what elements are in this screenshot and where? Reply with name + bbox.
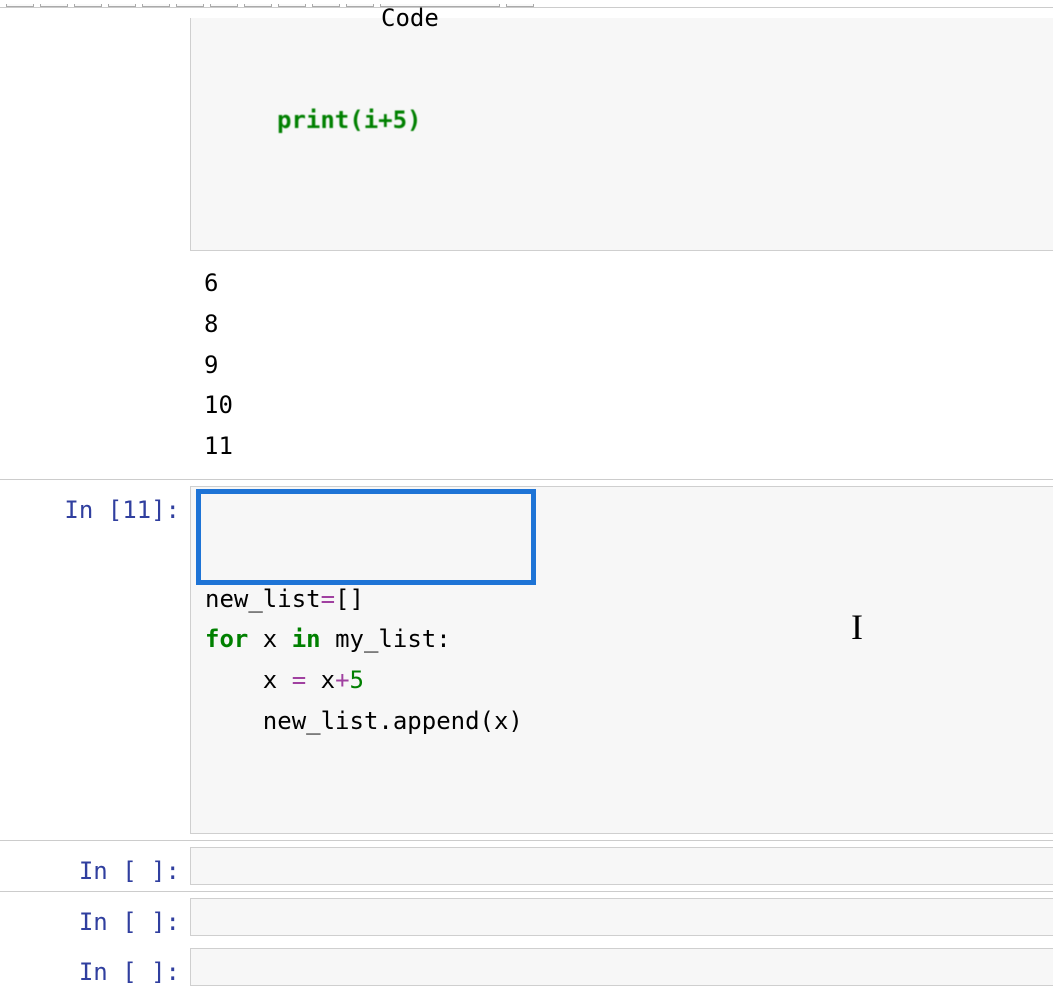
code-token: = xyxy=(292,666,306,694)
code-token: 5 xyxy=(350,666,364,694)
code-cell[interactable]: In [ ]: xyxy=(0,841,1053,891)
toolbar-button[interactable] xyxy=(346,4,374,7)
code-token: for xyxy=(205,625,248,653)
code-cell-fragment[interactable]: print(i+5) xyxy=(190,18,1053,251)
toolbar-button[interactable] xyxy=(108,4,136,7)
code-editor[interactable]: new_list=[] for x in my_list: x = x+5 ne… xyxy=(190,486,1053,834)
toolbar-button[interactable] xyxy=(176,4,204,7)
toolbar: Code xyxy=(0,0,1053,8)
toolbar-button[interactable] xyxy=(74,4,102,7)
code-editor[interactable] xyxy=(190,898,1053,936)
code-token: new_list xyxy=(205,585,321,613)
code-cell[interactable]: In [11]: new_list=[] for x in my_list: x… xyxy=(0,479,1053,840)
input-prompt: In [ ]: xyxy=(0,948,190,986)
output-prompt xyxy=(0,257,190,267)
code-token: x xyxy=(306,666,335,694)
toolbar-button[interactable] xyxy=(244,4,272,7)
code-cell[interactable]: In [ ]: xyxy=(0,892,1053,942)
toolbar-button[interactable] xyxy=(142,4,170,7)
code-token: in xyxy=(292,625,321,653)
code-token: my_list: xyxy=(321,625,451,653)
notebook-container: print(i+5) 6 8 9 10 11 In [11]: new_list… xyxy=(0,8,1053,992)
code-token: + xyxy=(335,666,349,694)
input-prompt: In [ ]: xyxy=(0,847,190,885)
code-token: x xyxy=(248,625,291,653)
selection-highlight xyxy=(196,489,536,585)
output-cell: 6 8 9 10 11 xyxy=(0,251,1053,479)
toolbar-button[interactable] xyxy=(6,4,34,7)
code-token: x xyxy=(205,666,292,694)
code-editor[interactable] xyxy=(190,847,1053,885)
output-text: 6 8 9 10 11 xyxy=(190,257,1053,473)
toolbar-button[interactable] xyxy=(506,4,534,7)
code-token: print(i+5) xyxy=(277,106,422,134)
text-cursor-icon: I xyxy=(851,597,860,658)
toolbar-button[interactable] xyxy=(210,4,238,7)
input-prompt: In [11]: xyxy=(0,486,190,524)
code-token: new_list.append(x) xyxy=(205,707,523,735)
cell-type-select[interactable]: Code xyxy=(380,4,500,7)
input-prompt: In [ ]: xyxy=(0,898,190,936)
code-token: = xyxy=(321,585,335,613)
code-editor[interactable] xyxy=(190,948,1053,986)
code-cell[interactable]: In [ ]: xyxy=(0,942,1053,992)
toolbar-button[interactable] xyxy=(278,4,306,7)
toolbar-button[interactable] xyxy=(40,4,68,7)
toolbar-button[interactable] xyxy=(312,4,340,7)
code-token: [] xyxy=(335,585,364,613)
